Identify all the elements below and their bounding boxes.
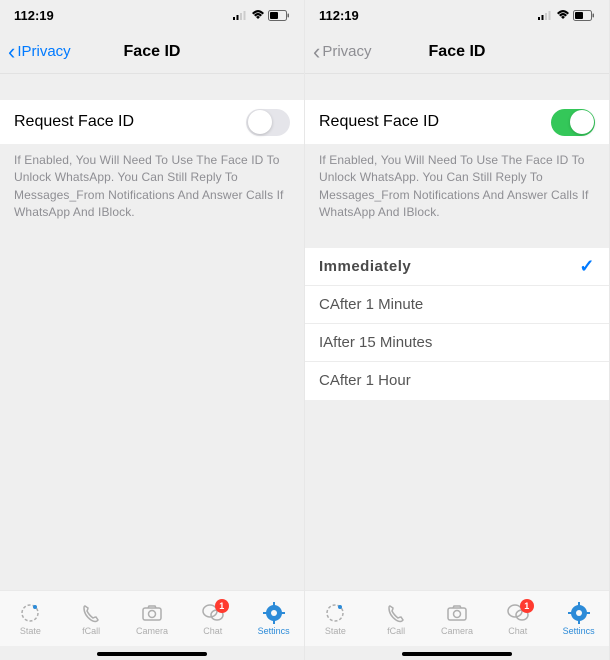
- helper-text: If Enabled, You Will Need To Use The Fac…: [305, 144, 609, 222]
- request-face-id-toggle[interactable]: [246, 109, 290, 136]
- status-bar: 112:19: [305, 0, 609, 30]
- battery-icon: [268, 10, 290, 21]
- wifi-icon: [251, 10, 265, 20]
- tab-label: Settіnсs: [258, 626, 290, 636]
- back-button[interactable]: ‹ Privacy: [313, 41, 372, 63]
- option-label: IAfter 15 Minutes: [319, 334, 432, 351]
- option-label: CAfter 1 Hour: [319, 372, 411, 389]
- back-label: Privacy: [322, 43, 371, 60]
- status-indicators: [233, 10, 290, 21]
- nav-bar: ‹ IPrivacy Face ID: [0, 30, 304, 74]
- option-immediately[interactable]: Immediately ✓: [305, 248, 609, 286]
- request-face-id-row: Request Face ID: [0, 100, 304, 144]
- lock-delay-options: Immediately ✓ CAfter 1 Minute IAfter 15 …: [305, 248, 609, 400]
- status-time: 112:19: [14, 8, 54, 23]
- tab-state[interactable]: State: [5, 602, 55, 636]
- tab-call[interactable]: fCall: [66, 602, 116, 636]
- home-indicator[interactable]: [97, 652, 207, 656]
- tab-chat[interactable]: 1 Chat: [188, 602, 238, 636]
- tab-settings[interactable]: Settіnсs: [554, 602, 604, 636]
- content-area: Request Face ID If Enabled, You Will Nee…: [305, 74, 609, 660]
- tab-label: fCall: [82, 626, 100, 636]
- left-screen: 112:19 ‹ IPrivacy Face ID Request Face I…: [0, 0, 305, 660]
- request-face-id-toggle[interactable]: [551, 109, 595, 136]
- home-indicator[interactable]: [402, 652, 512, 656]
- toggle-knob: [248, 110, 272, 134]
- status-bar: 112:19: [0, 0, 304, 30]
- chevron-left-icon: ‹: [313, 41, 320, 63]
- option-label: Immediately: [319, 258, 411, 275]
- tab-settings[interactable]: Settіnсs: [249, 602, 299, 636]
- tab-label: Settіnсs: [563, 626, 595, 636]
- tab-label: Chat: [203, 626, 222, 636]
- back-label: IPrivacy: [17, 43, 70, 60]
- nav-bar: ‹ Privacy Face ID: [305, 30, 609, 74]
- status-time: 112:19: [319, 8, 359, 23]
- tab-call[interactable]: fCall: [371, 602, 421, 636]
- tab-camera[interactable]: Camera: [127, 602, 177, 636]
- request-face-id-label: Request Face ID: [319, 113, 439, 131]
- chat-badge: 1: [215, 599, 229, 613]
- wifi-icon: [556, 10, 570, 20]
- phone-icon: [384, 602, 408, 624]
- chat-badge: 1: [520, 599, 534, 613]
- camera-icon: [445, 602, 469, 624]
- tab-state[interactable]: State: [310, 602, 360, 636]
- tab-label: State: [20, 626, 41, 636]
- tab-label: Camera: [136, 626, 168, 636]
- tab-label: Chat: [508, 626, 527, 636]
- tab-bar: State fCall Camera 1 Chat Settіnсs: [305, 590, 609, 646]
- tab-chat[interactable]: 1 Chat: [493, 602, 543, 636]
- toggle-knob: [570, 110, 594, 134]
- tab-camera[interactable]: Camera: [432, 602, 482, 636]
- phone-icon: [79, 602, 103, 624]
- option-after-1-minute[interactable]: CAfter 1 Minute: [305, 286, 609, 324]
- cellular-icon: [233, 10, 248, 20]
- helper-text: If Enabled, You Will Need To Use The Fac…: [0, 144, 304, 222]
- option-after-15-minutes[interactable]: IAfter 15 Minutes: [305, 324, 609, 362]
- status-indicators: [538, 10, 595, 21]
- right-screen: 112:19 ‹ Privacy Face ID Request Face ID: [305, 0, 610, 660]
- battery-icon: [573, 10, 595, 21]
- tab-label: fCall: [387, 626, 405, 636]
- camera-icon: [140, 602, 164, 624]
- content-area: Request Face ID If Enabled, You Will Nee…: [0, 74, 304, 660]
- option-label: CAfter 1 Minute: [319, 296, 423, 313]
- request-face-id-label: Request Face ID: [14, 113, 134, 131]
- gear-icon: [567, 602, 591, 624]
- check-icon: ✓: [579, 256, 595, 277]
- chevron-left-icon: ‹: [8, 41, 15, 63]
- tab-label: Camera: [441, 626, 473, 636]
- state-icon: [323, 602, 347, 624]
- request-face-id-row: Request Face ID: [305, 100, 609, 144]
- back-button[interactable]: ‹ IPrivacy: [8, 41, 71, 63]
- tab-label: State: [325, 626, 346, 636]
- gear-icon: [262, 602, 286, 624]
- cellular-icon: [538, 10, 553, 20]
- option-after-1-hour[interactable]: CAfter 1 Hour: [305, 362, 609, 400]
- state-icon: [18, 602, 42, 624]
- tab-bar: State fCall Camera 1 Chat Settіnсs: [0, 590, 304, 646]
